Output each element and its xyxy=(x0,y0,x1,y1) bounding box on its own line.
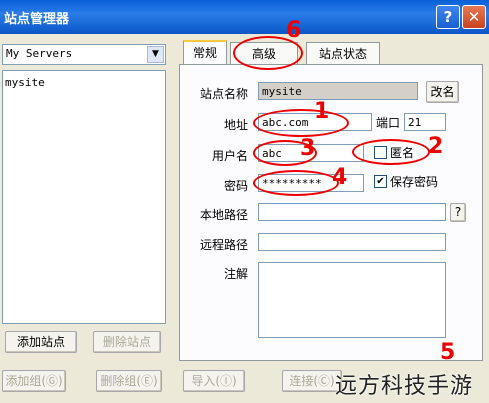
dropdown-value: My Servers xyxy=(6,47,73,60)
local-path-field[interactable] xyxy=(258,203,446,221)
remote-path-field[interactable] xyxy=(258,233,446,251)
window-title: 站点管理器 xyxy=(4,12,70,27)
port-field[interactable]: 21 xyxy=(404,113,446,131)
annotation-ellipse xyxy=(253,109,349,137)
annotation-number: 5 xyxy=(440,340,456,365)
annotation-number: 2 xyxy=(428,134,444,159)
site-name-field: mysite xyxy=(258,82,418,100)
delete-group-button[interactable]: 删除组(Ⓔ) xyxy=(96,370,162,392)
add-group-button[interactable]: 添加组(Ⓖ) xyxy=(2,370,66,392)
delete-site-button[interactable]: 删除站点 xyxy=(93,331,161,353)
site-name-label: 站点名称 xyxy=(199,87,248,101)
username-label: 用户名 xyxy=(211,149,248,163)
chevron-down-icon[interactable]: ▼ xyxy=(147,46,164,63)
address-label: 地址 xyxy=(223,118,248,132)
password-label: 密码 xyxy=(223,179,248,193)
save-password-label: 保存密码 xyxy=(390,175,439,189)
annotation-number: 3 xyxy=(300,136,316,161)
annotation-ellipse xyxy=(253,170,339,196)
import-button[interactable]: 导入(Ⓘ) xyxy=(183,370,245,392)
save-password-checkbox[interactable]: ✔ xyxy=(374,175,387,188)
browse-local-path-button[interactable]: ? xyxy=(450,203,466,222)
site-list[interactable]: mysite xyxy=(2,70,166,324)
title-bar: 站点管理器 ? ✕ xyxy=(0,0,489,34)
tab-general[interactable]: 常规 xyxy=(183,40,227,67)
note-label: 注解 xyxy=(223,267,248,281)
connect-button[interactable]: 连接(Ⓒ) xyxy=(282,370,342,392)
port-label: 端口 xyxy=(376,116,401,130)
site-group-dropdown[interactable]: My Servers ▼ xyxy=(2,44,166,65)
local-path-label: 本地路径 xyxy=(199,208,248,222)
annotation-number: 1 xyxy=(314,99,330,124)
list-item[interactable]: mysite xyxy=(5,76,45,89)
close-button[interactable]: ✕ xyxy=(462,5,486,29)
note-textarea[interactable] xyxy=(258,262,446,338)
annotation-number: 4 xyxy=(332,165,348,190)
rename-button[interactable]: 改名 xyxy=(426,81,459,103)
help-button[interactable]: ? xyxy=(436,5,460,29)
tab-site-status[interactable]: 站点状态 xyxy=(306,42,380,65)
annotation-number: 6 xyxy=(286,18,302,43)
watermark: 远方科技手游 xyxy=(335,374,474,399)
remote-path-label: 远程路径 xyxy=(199,238,248,252)
annotation-ellipse xyxy=(352,139,430,165)
add-site-button[interactable]: 添加站点 xyxy=(5,331,77,353)
